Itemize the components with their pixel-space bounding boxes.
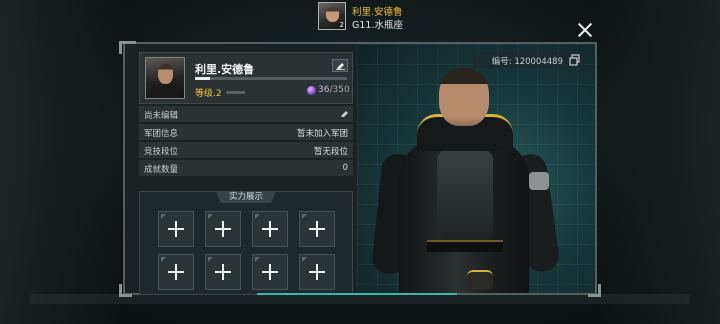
achievement-value: 0 xyxy=(342,163,348,173)
panel-corner-bottom-left xyxy=(119,284,132,297)
arena-rank-row: 竞技段位 暂无段位 xyxy=(139,142,353,159)
header-avatar-level: 2 xyxy=(339,21,344,29)
legion-value: 暂未加入军团 xyxy=(296,129,348,139)
character-head xyxy=(439,68,489,126)
avatar-face xyxy=(326,7,339,22)
character-shoulder-patch xyxy=(529,172,549,190)
xp-bar xyxy=(195,77,347,80)
showcase-slot[interactable] xyxy=(205,254,241,290)
showcase-slot[interactable] xyxy=(252,211,288,247)
edit-icon xyxy=(336,63,345,70)
character-belt xyxy=(427,240,503,252)
add-slot-icon xyxy=(159,255,193,289)
edit-icon[interactable] xyxy=(340,109,349,118)
achievement-label: 成就数量 xyxy=(144,165,179,175)
profile-name: 利里.安德鲁 xyxy=(195,63,255,76)
energy-value: 36/350 xyxy=(318,85,350,95)
energy-max: /350 xyxy=(329,85,350,95)
showcase-slot[interactable] xyxy=(205,211,241,247)
arena-rank-value: 暂无段位 xyxy=(313,147,348,157)
profile-avatar[interactable] xyxy=(145,57,185,99)
character-portrait-area: 编号: 120004489 xyxy=(357,44,595,293)
signature-label: 尚未编辑 xyxy=(144,111,179,121)
character-glove xyxy=(467,270,493,290)
energy-orb-icon xyxy=(307,86,316,95)
player-uid: 编号: 120004489 xyxy=(491,57,563,67)
avatar-body xyxy=(151,84,179,98)
energy-current: 36 xyxy=(318,85,330,95)
legion-label: 军团信息 xyxy=(144,129,179,139)
close-icon[interactable] xyxy=(577,22,593,38)
showcase-title: 实力展示 xyxy=(216,191,276,203)
add-slot-icon xyxy=(300,212,334,246)
achievement-row: 成就数量 0 xyxy=(139,160,353,177)
xp-bar-fill xyxy=(195,77,211,80)
level-label: 等级.2 xyxy=(195,89,222,99)
header-server-sign: G11.水瓶座 xyxy=(352,20,403,31)
add-slot-icon xyxy=(206,255,240,289)
legion-row: 军团信息 暂未加入军团 xyxy=(139,124,353,141)
add-slot-icon xyxy=(253,212,287,246)
copy-icon[interactable] xyxy=(569,54,581,66)
header-avatar[interactable]: 2 xyxy=(318,2,346,30)
character-vest xyxy=(437,150,493,240)
arena-rank-label: 竞技段位 xyxy=(144,147,179,157)
panel-accent-line xyxy=(257,293,457,295)
showcase-slot[interactable] xyxy=(252,254,288,290)
add-slot-icon xyxy=(159,212,193,246)
edit-name-button[interactable] xyxy=(332,59,348,72)
power-showcase: 实力展示 xyxy=(139,191,353,295)
showcase-slot[interactable] xyxy=(299,254,335,290)
add-slot-icon xyxy=(253,255,287,289)
add-slot-icon xyxy=(300,255,334,289)
header-player-name: 利里.安德鲁 xyxy=(352,7,403,18)
showcase-slot[interactable] xyxy=(158,211,194,247)
showcase-slot[interactable] xyxy=(299,211,335,247)
profile-card: 利里.安德鲁 等级.2 ▪▪▪▪▪▪ 36/350 xyxy=(139,52,353,104)
showcase-slot[interactable] xyxy=(158,254,194,290)
background-left-panel xyxy=(0,0,120,324)
level-dots: ▪▪▪▪▪▪ xyxy=(226,89,245,96)
avatar-face xyxy=(158,64,173,84)
player-info-panel: 利里.安德鲁 等级.2 ▪▪▪▪▪▪ 36/350 尚未编辑 军团信息 暂未加入… xyxy=(119,41,601,297)
add-slot-icon xyxy=(206,212,240,246)
background-right-panel xyxy=(600,0,720,324)
signature-row[interactable]: 尚未编辑 xyxy=(139,106,353,123)
